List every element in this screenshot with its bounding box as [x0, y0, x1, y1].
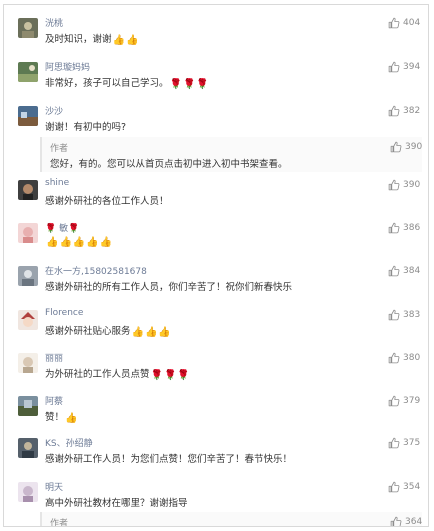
comment-text: 感谢外研社的所有工作人员，你们辛苦了！祝你们新春快乐 [45, 282, 293, 293]
thumbs-up-emoji: 👍 [144, 327, 158, 338]
thumbs-up-emoji: 👍 [72, 237, 86, 248]
reply-text: 您好，有的。您可以从首页点击初中进入初中书架查看。 [50, 159, 288, 170]
comment-text: 非常好，孩子可以自己学习。🌹🌹🌹 [45, 78, 209, 90]
thumbs-up-emoji: 👍 [131, 327, 144, 338]
like-count: 404 [403, 18, 421, 28]
comment-author[interactable]: shine [45, 178, 69, 188]
comment-text: 👍👍👍👍👍 [45, 236, 112, 248]
thumbs-up-emoji: 👍 [158, 327, 171, 338]
avatar[interactable] [18, 353, 38, 373]
like-button[interactable]: 390 [390, 141, 426, 153]
thumbs-up-emoji: 👍 [125, 35, 139, 46]
thumbs-up-emoji: 👍 [112, 35, 125, 46]
thumbs-up-icon [388, 395, 400, 407]
like-count: 375 [403, 438, 421, 448]
like-count: 379 [403, 396, 421, 406]
like-count: 394 [403, 62, 421, 72]
like-count: 364 [405, 517, 423, 527]
like-count: 390 [405, 142, 423, 152]
comment-author[interactable]: 洸桃 [45, 16, 63, 29]
thumbs-up-icon [388, 352, 400, 364]
thumbs-up-icon [388, 222, 400, 234]
comment-author[interactable]: 阿蔡 [45, 394, 63, 407]
thumbs-up-emoji: 👍 [86, 237, 99, 248]
thumbs-up-emoji: 👍 [59, 237, 72, 248]
comment-text: 高中外研社教材在哪里？谢谢指导 [45, 498, 188, 509]
thumbs-up-icon [388, 179, 400, 191]
thumbs-up-icon [388, 61, 400, 73]
avatar[interactable] [18, 106, 38, 126]
comment-text: 感谢外研社的各位工作人员！ [45, 196, 169, 207]
like-count: 383 [403, 310, 421, 320]
like-button[interactable]: 375 [388, 437, 424, 449]
like-button[interactable]: 382 [388, 105, 424, 117]
author-tag: 作者 [50, 144, 69, 154]
rose-emoji: 🌹 [150, 370, 163, 381]
rose-emoji: 🌹 [196, 79, 209, 90]
rose-emoji: 🌹 [163, 370, 177, 381]
thumbs-up-icon [390, 516, 402, 526]
comments-panel: 洸桃 及时知识，谢谢👍👍 404 阿思璇妈妈 非常好，孩子可以自己学习。🌹🌹🌹 … [3, 4, 429, 527]
comment-author[interactable]: 在水一方,15802581678 [45, 264, 147, 277]
like-count: 390 [403, 180, 421, 190]
avatar[interactable] [18, 266, 38, 286]
avatar[interactable] [18, 482, 38, 502]
avatar[interactable] [18, 223, 38, 243]
comment-author[interactable]: 🌹 敏🌹 [45, 221, 79, 234]
like-count: 354 [403, 482, 421, 492]
like-button[interactable]: 394 [388, 61, 424, 73]
avatar[interactable] [18, 438, 38, 458]
like-button[interactable]: 384 [388, 265, 424, 277]
thumbs-up-icon [388, 481, 400, 493]
comment-author[interactable]: Florence [45, 308, 83, 318]
author-reply: 作者 364 [40, 512, 422, 527]
thumbs-up-emoji: 👍 [65, 413, 78, 424]
thumbs-up-icon [388, 437, 400, 449]
avatar[interactable] [18, 396, 38, 416]
thumbs-up-icon [388, 105, 400, 117]
avatar[interactable] [18, 310, 38, 330]
thumbs-up-emoji: 👍 [46, 237, 59, 248]
like-count: 386 [403, 223, 421, 233]
thumbs-up-icon [388, 17, 400, 29]
like-button[interactable]: 390 [388, 179, 424, 191]
rose-emoji: 🌹 [177, 370, 190, 381]
comment-text: 谢谢！有初中的吗? [45, 122, 127, 133]
comment-author[interactable]: 沙沙 [45, 104, 63, 117]
like-count: 380 [403, 353, 421, 363]
like-button[interactable]: 379 [388, 395, 424, 407]
avatar[interactable] [18, 180, 38, 200]
comment-text: 感谢外研社贴心服务👍👍👍 [45, 326, 171, 338]
avatar[interactable] [18, 62, 38, 82]
thumbs-up-emoji: 👍 [99, 237, 113, 248]
like-button[interactable]: 383 [388, 309, 424, 321]
like-button[interactable]: 404 [388, 17, 424, 29]
comment-author[interactable]: 阿思璇妈妈 [45, 60, 90, 73]
comment-text: 赞！👍 [45, 412, 78, 424]
thumbs-up-icon [388, 265, 400, 277]
like-button[interactable]: 354 [388, 481, 424, 493]
like-count: 382 [403, 106, 421, 116]
like-button[interactable]: 386 [388, 222, 424, 234]
like-button[interactable]: 364 [390, 516, 426, 527]
avatar[interactable] [18, 18, 38, 38]
like-count: 384 [403, 266, 421, 276]
comment-author[interactable]: 丽丽 [45, 351, 63, 364]
rose-emoji: 🌹 [169, 79, 182, 90]
thumbs-up-icon [388, 309, 400, 321]
comment-author[interactable]: KS、孙绍静 [45, 436, 93, 449]
comment-author[interactable]: 明天 [45, 480, 63, 493]
author-reply: 作者 您好，有的。您可以从首页点击初中进入初中书架查看。 390 [40, 137, 422, 172]
rose-emoji: 🌹 [182, 79, 196, 90]
thumbs-up-icon [390, 141, 402, 153]
author-tag: 作者 [50, 519, 69, 527]
comment-text: 感谢外研工作人员！为您们点赞！您们辛苦了！春节快乐！ [45, 454, 293, 465]
like-button[interactable]: 380 [388, 352, 424, 364]
comment-text: 为外研社的工作人员点赞🌹🌹🌹 [45, 369, 190, 381]
comment-text: 及时知识，谢谢👍👍 [45, 34, 139, 46]
